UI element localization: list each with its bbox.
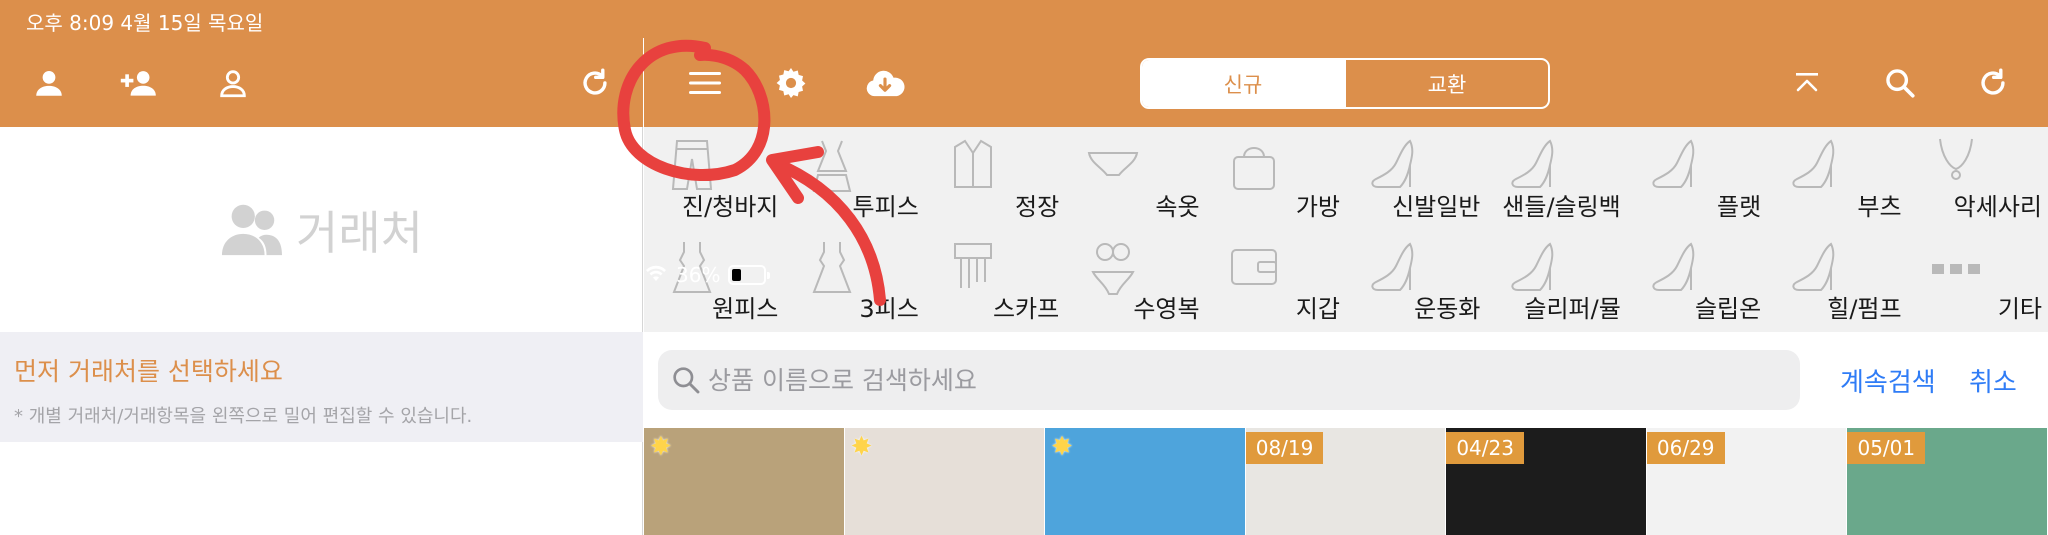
status-bar: 오후 8:09 4월 15일 목요일 36%	[0, 0, 2048, 287]
status-time: 오후 8:09 4월 15일 목요일	[26, 11, 264, 35]
placeholder-label: 거래처	[296, 205, 423, 260]
client-placeholder: 거래처	[0, 127, 643, 332]
person-add-icon[interactable]	[116, 60, 162, 106]
refresh-icon[interactable]	[572, 60, 618, 106]
person-outline-icon[interactable]	[210, 60, 256, 106]
left-panel: 거래처 먼저 거래처를 선택하세요 * 개별 거래처/거래항목을 왼쪽으로 밀어…	[0, 0, 643, 535]
notice-box: 먼저 거래처를 선택하세요 * 개별 거래처/거래항목을 왼쪽으로 밀어 편집할…	[0, 332, 643, 442]
notice-hint: * 개별 거래처/거래항목을 왼쪽으로 밀어 편집할 수 있습니다.	[14, 406, 473, 427]
battery-percent: 36%	[676, 262, 721, 287]
people-icon	[220, 197, 283, 263]
status-right: 36%	[644, 7, 2048, 535]
app-root: 오후 8:09 4월 15일 목요일 36% 거래처 먼저 거래처를 선택하세요…	[0, 0, 2048, 535]
notice-title: 먼저 거래처를 선택하세요	[14, 357, 283, 386]
person-icon[interactable]	[26, 60, 72, 106]
wifi-icon	[644, 263, 668, 287]
battery-icon	[728, 264, 771, 285]
